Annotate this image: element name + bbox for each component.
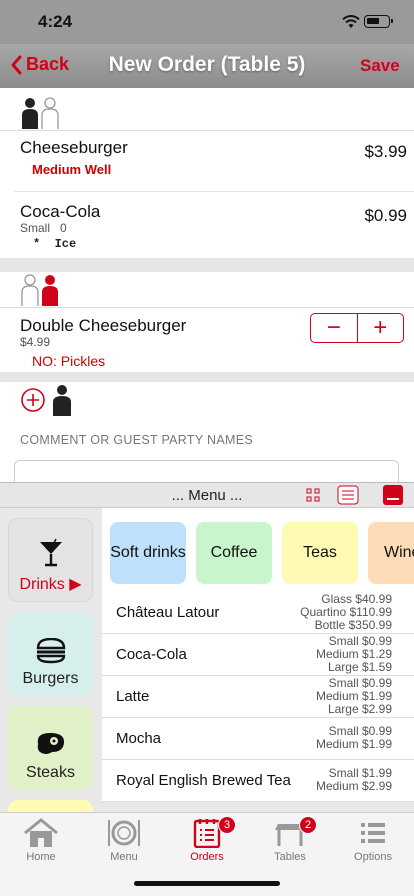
- category-steaks[interactable]: Steaks: [8, 706, 93, 790]
- category-label: Steaks: [26, 764, 75, 781]
- tab-tables[interactable]: Tables 2: [249, 816, 331, 863]
- tab-label: Orders: [190, 851, 224, 863]
- guest-separator: [0, 258, 414, 272]
- options-icon: [361, 823, 385, 843]
- price-option: Medium $2.99: [315, 779, 392, 793]
- subcategory-soft-drinks[interactable]: Soft drinks: [110, 522, 186, 584]
- category-list: Drinks ▶ Burgers Steaks: [0, 508, 102, 812]
- item-modifier: * Ice: [33, 237, 77, 251]
- collapse-menu-icon[interactable]: [383, 485, 403, 510]
- product-row[interactable]: Coca-Cola Small $0.99 Medium $1.29 Large…: [102, 634, 414, 676]
- price-option: Large $1.59: [327, 660, 392, 674]
- subcategory-coffee[interactable]: Coffee: [196, 522, 272, 584]
- add-circle-icon: [21, 388, 45, 412]
- category-more[interactable]: [8, 800, 93, 812]
- category-label: Burgers: [22, 670, 79, 687]
- item-modifier: Medium Well: [32, 162, 112, 177]
- order-item[interactable]: Cheeseburger $3.99 Medium Well: [0, 131, 414, 191]
- product-name: Latte: [116, 688, 150, 705]
- guest-1-selector[interactable]: [20, 97, 60, 134]
- product-name: Mocha: [116, 730, 162, 747]
- comment-label: COMMENT OR GUEST PARTY NAMES: [20, 433, 253, 447]
- tab-label: Options: [354, 851, 392, 863]
- product-prices: Glass $40.99 Quartino $110.99 Bottle $35…: [300, 593, 392, 632]
- guest-seat-icon: [21, 274, 58, 306]
- steak-icon: [37, 733, 64, 754]
- tables-badge: 2: [299, 816, 317, 834]
- product-name: Royal English Brewed Tea: [116, 772, 291, 789]
- tab-home[interactable]: Home: [0, 818, 82, 863]
- item-price: $4.99: [20, 335, 51, 349]
- product-prices: Small $0.99 Medium $1.99 Large $2.99: [316, 677, 392, 716]
- product-prices: Small $0.99 Medium $1.99: [316, 725, 392, 751]
- guest-2-selector[interactable]: [20, 274, 60, 311]
- increment-button[interactable]: +: [358, 314, 404, 342]
- cocktail-icon: [39, 538, 62, 567]
- orders-badge: 3: [218, 816, 236, 834]
- burger-icon: [36, 638, 65, 664]
- guest-seat-icon: [22, 97, 59, 129]
- category-burgers[interactable]: Burgers: [8, 612, 93, 696]
- tab-menu[interactable]: Menu: [83, 818, 165, 863]
- tab-label: Menu: [110, 851, 138, 863]
- product-prices: Small $0.99 Medium $1.29 Large $1.59: [316, 635, 392, 674]
- price-option: Bottle $350.99: [314, 618, 392, 632]
- person-icon: [53, 385, 71, 416]
- grid-view-icon[interactable]: [306, 488, 320, 507]
- list-view-icon[interactable]: [337, 485, 359, 510]
- product-row[interactable]: Royal English Brewed Tea Small $1.99 Med…: [102, 760, 414, 802]
- product-row[interactable]: Château Latour Glass $40.99 Quartino $11…: [102, 592, 414, 634]
- decrement-button[interactable]: −: [311, 314, 358, 342]
- wifi-icon: [342, 15, 360, 33]
- signal-icon: [318, 17, 338, 29]
- subcategory-strip: Soft drinks Coffee Teas Wine: [102, 508, 414, 592]
- subcategory-wine[interactable]: Wine: [368, 522, 414, 584]
- battery-icon: [364, 15, 393, 28]
- item-price: $3.99: [364, 142, 407, 161]
- product-name: Château Latour: [116, 604, 220, 621]
- category-drinks[interactable]: Drinks ▶: [8, 518, 93, 602]
- order-item[interactable]: Coca-Cola $0.99 Small 0 * Ice: [0, 192, 414, 258]
- home-icon: [24, 818, 58, 847]
- plate-icon: [108, 820, 140, 846]
- home-indicator: [134, 881, 280, 886]
- item-modifier: NO: Pickles: [32, 353, 106, 369]
- status-time: 4:24: [38, 12, 73, 31]
- item-name: Cheeseburger: [20, 138, 128, 157]
- quantity-stepper[interactable]: − +: [310, 313, 404, 343]
- product-row[interactable]: Latte Small $0.99 Medium $1.99 Large $2.…: [102, 676, 414, 718]
- add-guest-button[interactable]: [20, 384, 72, 416]
- item-price: $0.99: [364, 206, 407, 225]
- tab-options[interactable]: Options: [332, 818, 414, 863]
- product-list: Château Latour Glass $40.99 Quartino $11…: [102, 592, 414, 812]
- product-prices: Small $1.99 Medium $2.99: [316, 767, 392, 793]
- price-option: Large $2.99: [327, 702, 392, 716]
- item-detail: Small 0: [20, 221, 67, 235]
- item-name: Double Cheeseburger: [20, 316, 187, 335]
- page-title: New Order (Table 5): [108, 53, 306, 76]
- save-button[interactable]: Save: [360, 56, 400, 76]
- price-option: Medium $1.99: [315, 737, 392, 751]
- subcategory-teas[interactable]: Teas: [282, 522, 358, 584]
- guest-separator: [0, 372, 414, 382]
- product-name: Coca-Cola: [116, 646, 187, 663]
- tab-orders[interactable]: Orders 3: [166, 816, 248, 863]
- product-row[interactable]: Mocha Small $0.99 Medium $1.99: [102, 718, 414, 760]
- tab-label: Home: [26, 851, 56, 863]
- category-label: Drinks ▶: [19, 576, 82, 593]
- item-name: Coca-Cola: [20, 202, 101, 221]
- tab-label: Tables: [274, 851, 306, 863]
